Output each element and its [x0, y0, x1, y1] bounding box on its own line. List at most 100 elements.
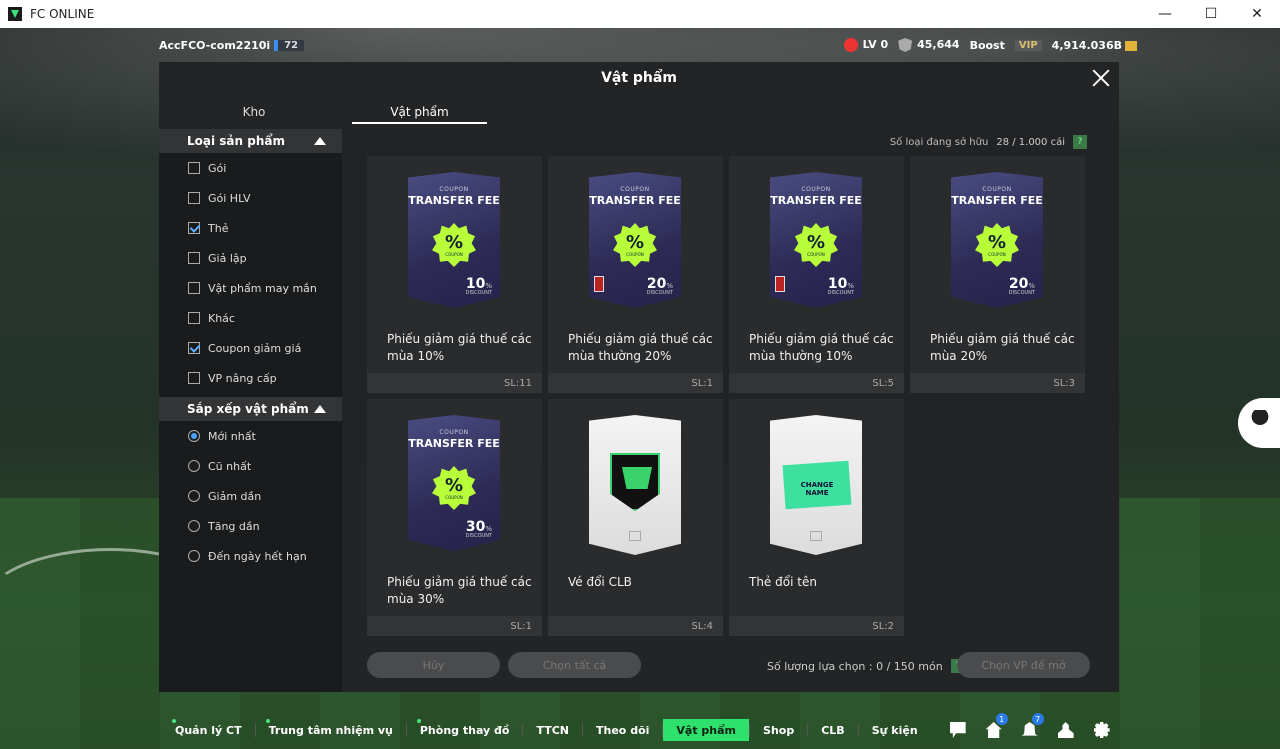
checkbox-icon[interactable]: [188, 192, 200, 204]
radio-selected-icon[interactable]: [188, 430, 200, 442]
coupon-small-label: COUPON: [801, 186, 831, 193]
filter-option-label: Coupon giảm giá: [208, 341, 302, 355]
badge-percent: %: [444, 474, 464, 496]
nav-item[interactable]: Vật phẩm: [663, 719, 750, 741]
nav-item-label: TTCN: [536, 723, 570, 737]
filter-option[interactable]: Gói HLV: [159, 183, 342, 213]
item-image: COUPON TRANSFER FEE% COUPON 30% DISCOUNT: [408, 415, 502, 555]
owned-count: 28 / 1.000 cái: [996, 136, 1065, 148]
checkbox-checked-icon[interactable]: [188, 222, 200, 234]
face-icon: [843, 38, 858, 52]
items-modal: Vật phẩm Kho Vật phẩm Loại sản phẩm Gói G…: [159, 62, 1119, 692]
vip-badge[interactable]: VIP: [1014, 39, 1042, 51]
sort-option[interactable]: Giảm dần: [159, 481, 342, 511]
maximize-button[interactable]: ☐: [1188, 0, 1234, 28]
checkbox-icon[interactable]: [188, 252, 200, 264]
coupon-title: TRANSFER FEE: [408, 194, 500, 207]
radio-icon[interactable]: [188, 550, 200, 562]
filter-option-label: Thẻ: [208, 221, 229, 235]
percent-badge-icon: % COUPON: [794, 223, 838, 267]
filter-option[interactable]: Gói: [159, 153, 342, 183]
nav-item[interactable]: Theo dõi: [583, 719, 662, 741]
badge-percent: %: [625, 231, 645, 253]
coins-icon: [1125, 40, 1137, 51]
nav-item[interactable]: Phòng thay đồ: [407, 719, 523, 741]
sort-option[interactable]: Mới nhất: [159, 421, 342, 451]
checkbox-checked-icon[interactable]: [188, 342, 200, 354]
selection-count-text: Số lượng lựa chọn : 0 / 150 món: [767, 659, 943, 673]
owned-count-info: Số loại đang sở hữu 28 / 1.000 cái ?: [890, 135, 1087, 149]
filter-option[interactable]: VP nâng cấp: [159, 363, 342, 393]
account-info[interactable]: AccFCO-com2210i 72: [159, 39, 305, 52]
profile-icon[interactable]: [1055, 719, 1077, 741]
item-name: Phiếu giảm giá thuế các mùa thường 20%: [568, 332, 713, 363]
points-value: 45,644: [917, 38, 960, 51]
item-card[interactable]: COUPON TRANSFER FEE% COUPON 10% DISCOUNT Phiế…: [729, 156, 904, 393]
checkbox-icon[interactable]: [188, 372, 200, 384]
item-card[interactable]: COUPON TRANSFER FEE% COUPON 10% DISCOUNT Phiế…: [367, 156, 542, 393]
minimize-button[interactable]: —: [1142, 0, 1188, 28]
filter-option[interactable]: Giả lập: [159, 243, 342, 273]
home-icon[interactable]: 1: [983, 713, 1008, 741]
select-all-button[interactable]: Chọn tất cả: [508, 652, 641, 678]
nav-item[interactable]: Trung tâm nhiệm vụ: [256, 719, 406, 741]
cancel-button[interactable]: Hủy: [367, 652, 500, 678]
radio-icon[interactable]: [188, 490, 200, 502]
item-name: Phiếu giảm giá thuế các mùa 20%: [930, 332, 1075, 363]
item-name: Thẻ đổi tên: [749, 575, 817, 589]
nav-item[interactable]: CLB: [808, 719, 857, 741]
item-card[interactable]: COUPON TRANSFER FEE% COUPON 20% DISCOUNT Phiế…: [910, 156, 1085, 393]
nav-item-label: Theo dõi: [596, 723, 650, 737]
item-image: [589, 415, 683, 555]
nav-item[interactable]: Quản lý CT: [162, 719, 255, 741]
checkbox-icon[interactable]: [188, 312, 200, 324]
filter-option[interactable]: Coupon giảm giá: [159, 333, 342, 363]
nav-item-label: Quản lý CT: [175, 723, 242, 737]
level-value: LV 0: [862, 38, 889, 51]
item-quantity: SL:1: [367, 616, 542, 636]
sort-option[interactable]: Tăng dần: [159, 511, 342, 541]
discount-unit: %: [485, 282, 492, 290]
filter-section-header[interactable]: Loại sản phẩm: [159, 129, 342, 153]
nav-item[interactable]: Shop: [750, 719, 807, 741]
radio-icon[interactable]: [188, 520, 200, 532]
sort-option[interactable]: Cũ nhất: [159, 451, 342, 481]
nav-item-label: CLB: [821, 723, 845, 737]
checkbox-icon[interactable]: [188, 162, 200, 174]
help-icon[interactable]: ?: [1073, 135, 1087, 149]
sort-section-header[interactable]: Sắp xếp vật phẩm: [159, 397, 342, 421]
nav-item[interactable]: TTCN: [523, 719, 582, 741]
item-card[interactable]: COUPON TRANSFER FEE% COUPON 30% DISCOUNT Phiế…: [367, 399, 542, 636]
coupon-small-label: COUPON: [439, 186, 469, 193]
sort-option[interactable]: Đến ngày hết hạn: [159, 541, 342, 571]
item-name: Vé đổi CLB: [568, 575, 632, 589]
bell-icon[interactable]: 7: [1019, 713, 1044, 741]
open-items-button[interactable]: Chọn VP để mở: [957, 652, 1090, 678]
radio-icon[interactable]: [188, 460, 200, 472]
close-icon[interactable]: [1091, 68, 1111, 88]
percent-badge-icon: % COUPON: [432, 223, 476, 267]
lock-icon: [775, 276, 785, 292]
filter-sidebar: Loại sản phẩm Gói Gói HLV Thẻ Giả lập Vật ph…: [159, 129, 342, 692]
checkbox-icon[interactable]: [188, 282, 200, 294]
close-window-button[interactable]: ✕: [1234, 0, 1280, 28]
badge-coupon-label: COUPON: [807, 251, 825, 257]
filter-option[interactable]: Vật phẩm may mắn: [159, 273, 342, 303]
chat-icon[interactable]: [947, 719, 969, 741]
item-card[interactable]: Vé đổi CLB SL:4: [548, 399, 723, 636]
settings-gear-icon[interactable]: [1091, 719, 1113, 741]
filter-list: Gói Gói HLV Thẻ Giả lập Vật phẩm may mắn Khác…: [159, 153, 342, 393]
item-image: COUPON TRANSFER FEE% COUPON 10% DISCOUNT: [770, 172, 864, 312]
item-card[interactable]: CHANGE NAME Thẻ đổi tên SL:2: [729, 399, 904, 636]
filter-option-label: VP nâng cấp: [208, 371, 277, 385]
nav-item[interactable]: Sự kiện: [859, 719, 931, 741]
sort-section-title: Sắp xếp vật phẩm: [187, 402, 309, 416]
club-ticket-card-icon: [589, 415, 681, 555]
friends-side-button[interactable]: [1238, 398, 1280, 448]
filter-option[interactable]: Thẻ: [159, 213, 342, 243]
tab-kho[interactable]: Kho: [159, 100, 349, 124]
boost-label[interactable]: Boost: [970, 39, 1005, 52]
filter-option[interactable]: Khác: [159, 303, 342, 333]
tab-vat-pham[interactable]: Vật phẩm: [352, 100, 487, 124]
item-card[interactable]: COUPON TRANSFER FEE% COUPON 20% DISCOUNT Phiế…: [548, 156, 723, 393]
